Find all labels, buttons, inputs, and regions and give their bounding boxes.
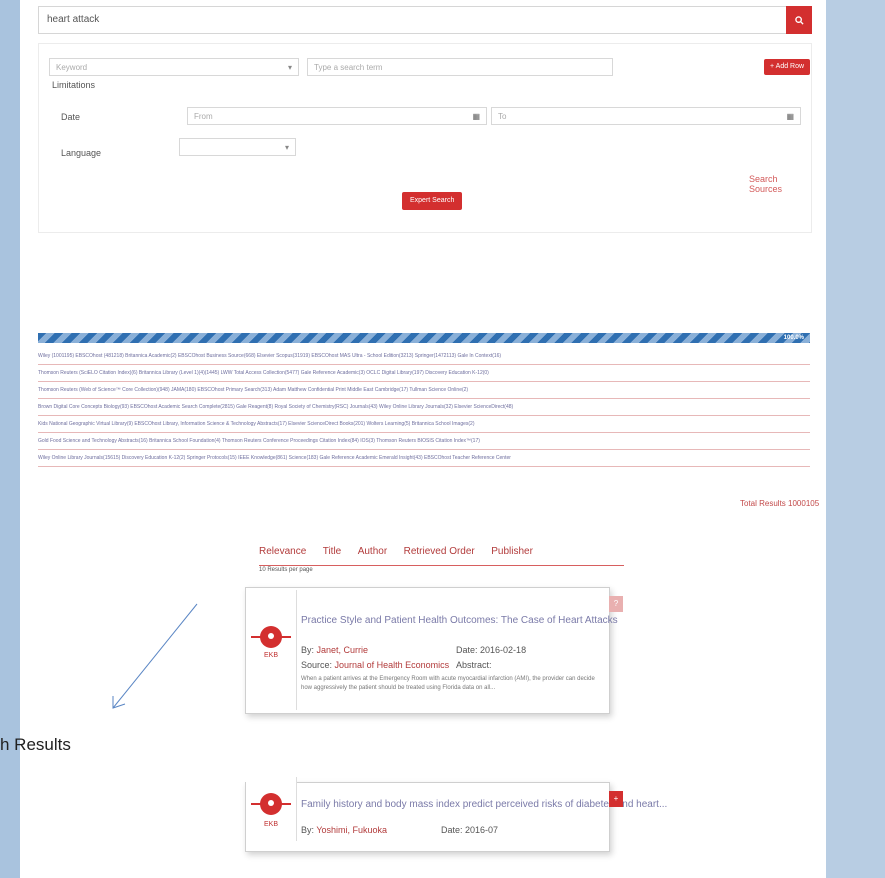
thumbnail-label: EKB (263, 652, 278, 659)
expert-search-button[interactable]: Expert Search (402, 192, 463, 210)
search-bar (38, 6, 812, 34)
search-term-placeholder: Type a search term (314, 63, 383, 72)
date-label: Date: (456, 645, 478, 655)
source-row[interactable]: Gold Food Science and Technology Abstrac… (38, 433, 810, 450)
sources-list: Wiley (1001195) EBSCOhost (481218) Brita… (38, 348, 810, 467)
source-link[interactable]: Journal of Health Economics (335, 660, 450, 670)
sources-progress-bar: 100.0% (38, 333, 810, 343)
ekb-logo-icon (251, 793, 291, 815)
search-term-field[interactable]: Type a search term (307, 58, 613, 76)
annotation-caption: h Results (0, 735, 71, 754)
result-abstract: When a patient arrives at the Emergency … (301, 676, 595, 691)
annotation-arrow (112, 603, 198, 709)
abstract-label: Abstract: (456, 660, 492, 670)
limitations-label: Limitations (52, 80, 96, 90)
add-row-button[interactable]: + Add Row (764, 59, 811, 75)
calendar-icon: ▦ (472, 112, 480, 121)
search-sources-link[interactable]: Search Sources (749, 174, 811, 194)
date-value: 2016-02-18 (480, 645, 527, 655)
sort-title[interactable]: Title (323, 546, 342, 557)
result-author: By: Janet, Currie (301, 645, 368, 655)
result-date: Date: 2016-07 (441, 825, 498, 835)
source-row[interactable]: Wiley (1001195) EBSCOhost (481218) Brita… (38, 348, 810, 365)
source-row[interactable]: Wiley Online Library Journals(15615) Dis… (38, 450, 810, 467)
sort-bar: Relevance Title Author Retrieved Order P… (259, 541, 624, 566)
date-to-placeholder: To (498, 112, 507, 121)
date-label: Date: (441, 825, 463, 835)
date-value: 2016-07 (465, 825, 499, 835)
field-select-value: Keyword (56, 63, 88, 72)
search-button[interactable] (786, 6, 812, 34)
result-title[interactable]: Practice Style and Patient Health Outcom… (301, 615, 618, 626)
source-row[interactable]: Kids National Geographic Virtual Library… (38, 416, 810, 433)
date-from-placeholder: From (194, 112, 213, 121)
chevron-down-icon: ▾ (287, 63, 292, 72)
sort-author[interactable]: Author (358, 546, 387, 557)
calendar-icon: ▦ (786, 112, 794, 121)
result-card: EKB Family history and body mass index p… (245, 777, 667, 852)
sort-relevance[interactable]: Relevance (259, 546, 306, 557)
date-to-field[interactable]: To ▦ (491, 107, 801, 125)
total-results: Total Results 1000105 (740, 499, 820, 508)
ekb-logo-icon (251, 626, 291, 648)
result-card: EKB Practice Style and Patient Health Ou… (245, 587, 623, 714)
source-row[interactable]: Thomson Reuters (Web of Science™ Core Co… (38, 382, 810, 399)
progress-label: 100.0% (783, 335, 804, 341)
author-link[interactable]: Yoshimi, Fukuoka (316, 825, 387, 835)
advanced-search-panel: Keyword ▾ Type a search term + Add Row L… (38, 43, 812, 233)
date-label: Date (61, 112, 81, 122)
result-author: By: Yoshimi, Fukuoka (301, 825, 387, 835)
expand-button[interactable]: + (609, 791, 623, 807)
by-label: By: (301, 825, 315, 835)
thumbnail-label: EKB (263, 821, 278, 828)
results-per-page[interactable]: 10 Results per page (259, 567, 313, 573)
search-icon (794, 15, 804, 25)
source-row[interactable]: Brown Digital Core Concepts Biology(93) … (38, 399, 810, 416)
source-row[interactable]: Thomson Reuters (SciELO Citation Index)(… (38, 365, 810, 382)
sort-retrieved-order[interactable]: Retrieved Order (404, 546, 475, 557)
result-thumbnail[interactable]: EKB (246, 777, 297, 841)
field-select[interactable]: Keyword ▾ (49, 58, 299, 76)
result-source: Source: Journal of Health Economics (301, 660, 449, 670)
help-button[interactable]: ? (609, 596, 623, 612)
source-label: Source: (301, 660, 333, 670)
right-margin (826, 0, 885, 878)
result-thumbnail[interactable]: EKB (246, 590, 297, 710)
result-date: Date: 2016-02-18 (456, 645, 526, 655)
chevron-down-icon: ▾ (284, 143, 289, 152)
sort-publisher[interactable]: Publisher (491, 546, 533, 557)
language-select[interactable]: ▾ (179, 138, 296, 156)
search-input[interactable] (39, 7, 755, 31)
date-from-field[interactable]: From ▦ (187, 107, 487, 125)
author-link[interactable]: Janet, Currie (317, 645, 369, 655)
language-label: Language (61, 148, 102, 158)
by-label: By: (301, 645, 315, 655)
